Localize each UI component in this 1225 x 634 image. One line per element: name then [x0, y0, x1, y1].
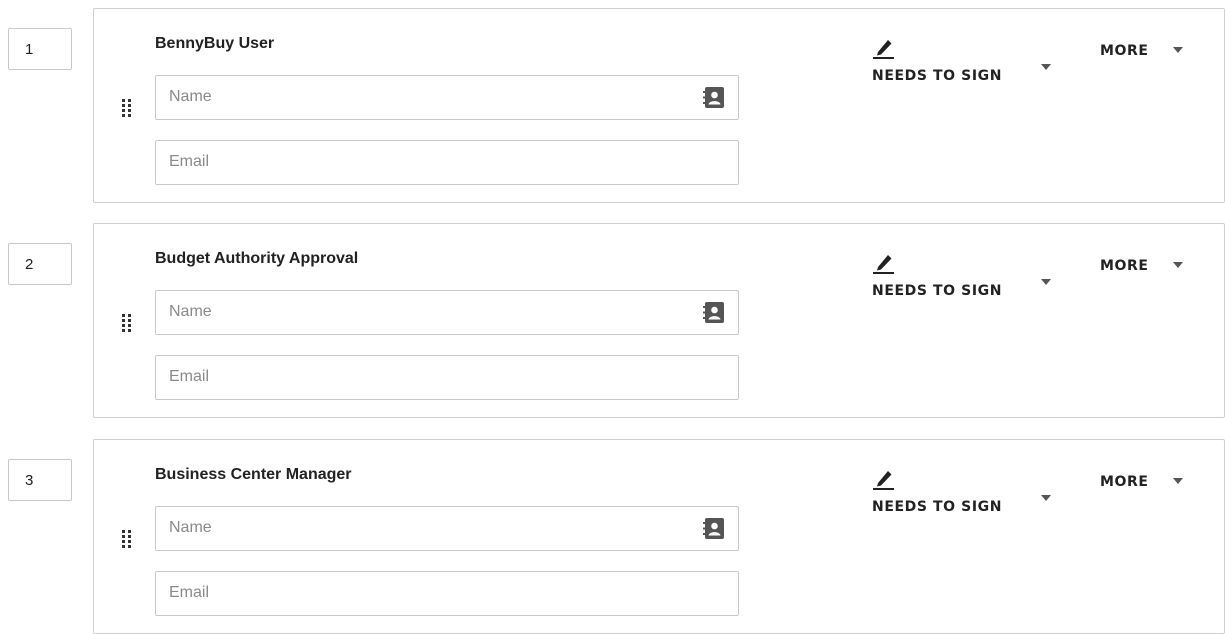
name-field [155, 290, 739, 335]
recipient-card: BennyBuy User Name Email NEEDS TO SIGN M… [93, 8, 1225, 203]
recipient-role-title: BennyBuy User [155, 35, 275, 52]
recipient-role-title: Budget Authority Approval [155, 250, 359, 267]
more-dropdown[interactable]: MORE [1100, 256, 1190, 278]
more-label: MORE [1100, 43, 1149, 59]
email-field [155, 355, 739, 400]
contacts-icon[interactable] [703, 302, 725, 323]
chevron-down-icon [1172, 261, 1184, 269]
email-input[interactable] [156, 141, 689, 182]
recipient-row-3: Business Center Manager [0, 439, 1225, 634]
email-field [155, 571, 739, 616]
signer-action-dropdown[interactable]: NEEDS TO SIGN [872, 252, 1052, 302]
email-field [155, 140, 739, 185]
chevron-down-icon [1040, 494, 1052, 502]
routing-order-input[interactable] [8, 243, 72, 285]
chevron-down-icon [1040, 63, 1052, 71]
email-input[interactable] [156, 356, 689, 397]
name-input[interactable] [156, 507, 689, 548]
more-label: MORE [1100, 474, 1149, 490]
name-input[interactable] [156, 76, 689, 117]
routing-order-input[interactable] [8, 459, 72, 501]
recipient-role-title: Business Center Manager [155, 466, 352, 483]
action-label: NEEDS TO SIGN [872, 283, 1003, 299]
more-dropdown[interactable]: MORE [1100, 472, 1190, 494]
more-label: MORE [1100, 258, 1149, 274]
signer-action-dropdown[interactable]: NEEDS TO SIGN [872, 468, 1052, 518]
more-dropdown[interactable]: MORE [1100, 41, 1190, 63]
recipient-card: Business Center Manager Name Email NEEDS… [93, 439, 1225, 634]
name-field [155, 75, 739, 120]
recipient-row-1: BennyBuy User [0, 8, 1225, 203]
drag-handle-icon[interactable] [122, 530, 132, 548]
name-input[interactable] [156, 291, 689, 332]
contacts-icon[interactable] [703, 518, 725, 539]
recipient-row-2: Budget Authority Approval [0, 223, 1225, 418]
action-label: NEEDS TO SIGN [872, 499, 1003, 515]
pen-icon [872, 252, 896, 276]
pen-icon [872, 37, 896, 61]
name-field [155, 506, 739, 551]
signer-action-dropdown[interactable]: NEEDS TO SIGN [872, 37, 1052, 87]
drag-handle-icon[interactable] [122, 99, 132, 117]
contacts-icon[interactable] [703, 87, 725, 108]
pen-icon [872, 468, 896, 492]
chevron-down-icon [1172, 46, 1184, 54]
email-input[interactable] [156, 572, 689, 613]
routing-order-input[interactable] [8, 28, 72, 70]
chevron-down-icon [1040, 278, 1052, 286]
chevron-down-icon [1172, 477, 1184, 485]
recipient-card: Budget Authority Approval Name Email NEE… [93, 223, 1225, 418]
drag-handle-icon[interactable] [122, 314, 132, 332]
action-label: NEEDS TO SIGN [872, 68, 1003, 84]
